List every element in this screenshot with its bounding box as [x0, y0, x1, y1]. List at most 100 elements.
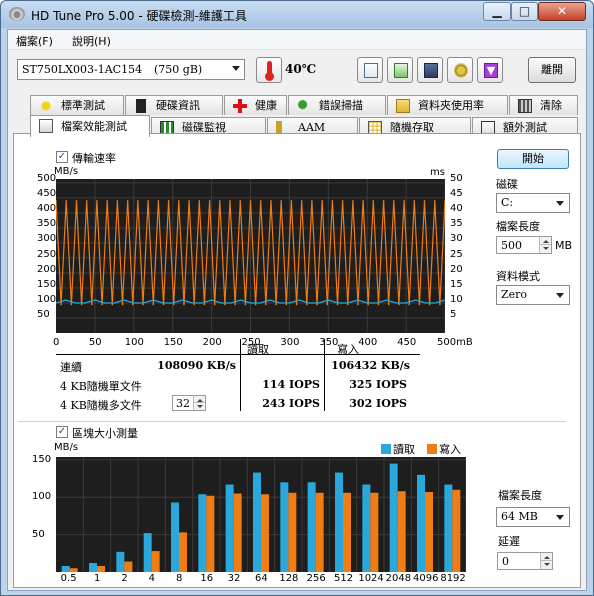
menu-bar: 檔案(F) 說明(H) — [8, 30, 586, 50]
transfer-point — [162, 303, 165, 306]
spin-up-icon[interactable] — [539, 237, 551, 245]
x-tick-label: 8192 — [440, 573, 466, 584]
spin-down-icon[interactable] — [193, 403, 205, 410]
table-divider — [56, 354, 420, 355]
tab-health[interactable]: 健康 — [224, 95, 287, 115]
x-tick-label: 50 — [88, 337, 102, 348]
y2-tick-label: 30 — [450, 233, 463, 245]
random-single-label: 4 KB隨機單文件 — [60, 380, 142, 393]
close-button[interactable]: ✕ — [538, 2, 586, 21]
save-button[interactable] — [417, 57, 443, 83]
random-multi-write: 302 IOPS — [349, 397, 407, 410]
transfer-point — [65, 200, 68, 202]
x-tick-label: 150 — [163, 337, 183, 348]
write-bar — [315, 492, 324, 572]
transfer-point — [96, 200, 98, 202]
transfer-point — [172, 303, 175, 306]
disk-label: 磁碟 — [496, 178, 518, 191]
y-tick-label: 150 — [37, 278, 57, 290]
transfer-point — [239, 200, 242, 202]
read-bar — [389, 463, 398, 572]
tab-file-benchmark[interactable]: 檔案效能測試 — [30, 115, 150, 137]
transfer-point — [362, 200, 364, 202]
transfer-point — [249, 200, 252, 202]
x-tick-label: 2048 — [385, 573, 412, 584]
benchmark-icon — [39, 99, 53, 113]
x-tick-label: 256 — [306, 573, 326, 584]
tab-error-scan[interactable]: 錯誤掃描 — [288, 95, 386, 115]
copy-all-button[interactable] — [387, 57, 413, 83]
download-button[interactable]: ▼ — [477, 57, 503, 83]
spin-down-icon[interactable] — [540, 561, 552, 569]
y-tick-label: 50 — [37, 308, 50, 320]
maximize-button[interactable]: □ — [511, 2, 538, 21]
queue-depth-spinner[interactable]: 32 — [172, 395, 206, 411]
transfer-point — [352, 200, 354, 202]
read-bar — [89, 563, 97, 572]
tab-benchmark[interactable]: 標準測試 — [30, 95, 124, 115]
file-length-unit: MB — [555, 239, 573, 252]
tab-disk-info[interactable]: 硬碟資訊 — [125, 95, 223, 115]
y2-tick-label: 40 — [450, 203, 463, 215]
transfer-point — [418, 303, 421, 306]
file-length-label: 檔案長度 — [496, 220, 540, 233]
x-tick-label: 128 — [279, 573, 299, 584]
read-bar — [307, 482, 316, 572]
x-tick-label: 1 — [94, 573, 101, 584]
legend-read-swatch — [381, 444, 391, 454]
transfer-point — [428, 303, 431, 306]
copy-all-icon — [394, 63, 408, 78]
transfer-point — [152, 303, 155, 306]
drive-select[interactable]: ST750LX003-1AC154 (750 gB) — [17, 59, 245, 80]
x-tick-label: 400 — [358, 337, 378, 348]
disk-select[interactable]: C: — [496, 193, 570, 213]
y-tick-label: 350 — [37, 218, 57, 230]
transfer-point — [270, 200, 272, 202]
transfer-point — [208, 200, 211, 202]
minimize-button[interactable]: ▁ — [483, 2, 511, 21]
y2-tick-label: 20 — [450, 263, 463, 275]
options-icon — [454, 63, 468, 78]
transfer-point — [91, 303, 93, 306]
transfer-point — [259, 200, 262, 202]
spin-down-icon[interactable] — [539, 245, 551, 253]
tab-erase[interactable]: 清除 — [509, 95, 578, 115]
block-file-length-select[interactable]: 64 MB — [496, 507, 570, 527]
block-size-checkbox[interactable]: ✓ — [56, 426, 68, 438]
spin-up-icon[interactable] — [193, 396, 205, 403]
data-pattern-select[interactable]: Zero — [496, 285, 570, 305]
exit-button[interactable]: 離開 — [528, 57, 576, 83]
transfer-rate-checkbox[interactable]: ✓ — [56, 151, 68, 163]
title-bar[interactable]: HD Tune Pro 5.00 - 硬碟檢測-維護工具 ▁ □ ✕ — [1, 1, 593, 28]
x-tick-label: 500mB — [437, 337, 473, 348]
y-tick-label: 150 — [32, 453, 52, 465]
transfer-point — [147, 200, 149, 202]
y2-tick-label: 35 — [450, 218, 463, 230]
transfer-rate-label: 傳輸速率 — [72, 152, 116, 165]
write-bar — [206, 495, 215, 572]
options-button[interactable] — [447, 57, 473, 83]
transfer-point — [131, 303, 134, 306]
x-tick-label: 300 — [280, 337, 300, 348]
file-length-spinner[interactable]: 500 — [496, 236, 552, 254]
spin-up-icon[interactable] — [540, 553, 552, 561]
transfer-point — [80, 303, 83, 306]
transfer-point — [290, 200, 293, 202]
copy-button[interactable] — [357, 57, 383, 83]
block-chart-svg — [56, 457, 467, 572]
delay-spinner[interactable]: 0 — [497, 552, 553, 570]
y2-tick-label: 15 — [450, 278, 463, 290]
transfer-point — [183, 303, 185, 306]
read-bar — [198, 494, 207, 572]
save-icon — [424, 63, 438, 78]
transfer-point — [121, 303, 124, 306]
transfer-point — [234, 303, 236, 306]
menu-help[interactable]: 說明(H) — [72, 33, 111, 49]
transfer-point — [265, 303, 267, 306]
tab-folder-usage[interactable]: 資料夾使用率 — [387, 95, 508, 115]
start-button[interactable]: 開始 — [497, 149, 569, 169]
app-window: HD Tune Pro 5.00 - 硬碟檢測-維護工具 ▁ □ ✕ 檔案(F)… — [0, 0, 594, 596]
menu-file[interactable]: 檔案(F) — [16, 33, 53, 49]
block-chart — [56, 457, 467, 572]
tab-label: 標準測試 — [61, 99, 105, 112]
